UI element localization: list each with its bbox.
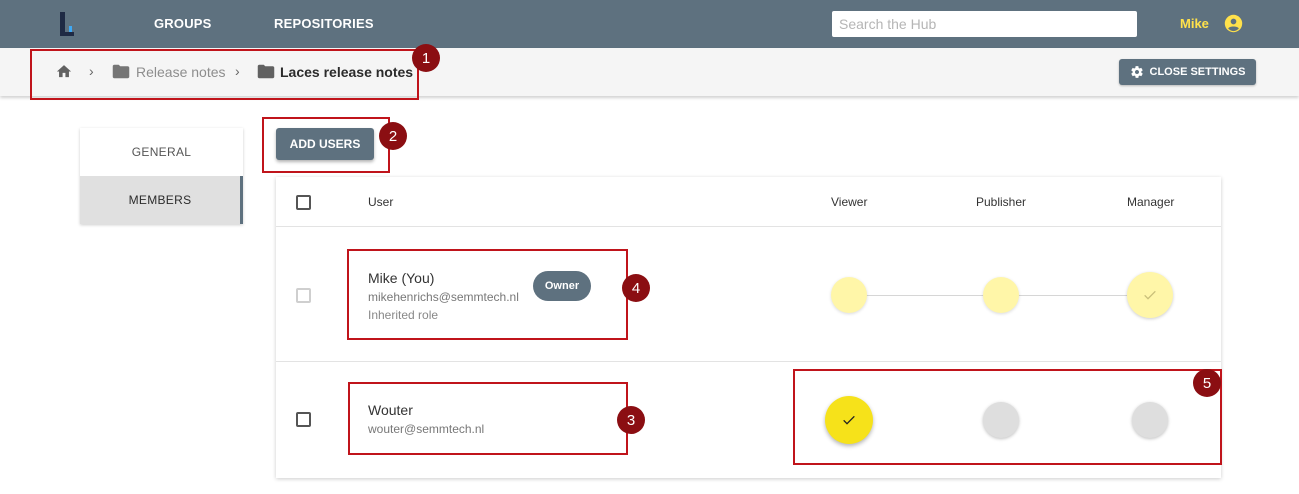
user-name[interactable]: Mike: [1180, 16, 1209, 31]
close-settings-button[interactable]: CLOSE SETTINGS: [1119, 59, 1256, 85]
close-settings-label: CLOSE SETTINGS: [1149, 66, 1246, 78]
annotation-box-3: [348, 382, 628, 455]
viewer-role-toggle: [831, 277, 867, 313]
tab-members[interactable]: MEMBERS: [80, 176, 243, 224]
row-checkbox: [296, 288, 311, 303]
column-header-viewer: Viewer: [831, 195, 868, 209]
table-header: User Viewer Publisher Manager: [276, 177, 1221, 227]
settings-tabs: GENERAL MEMBERS: [80, 128, 243, 224]
gear-icon: [1130, 66, 1143, 78]
annotation-box-2: [262, 117, 390, 173]
tab-general[interactable]: GENERAL: [80, 128, 243, 176]
annotation-box-1: [30, 49, 419, 100]
column-header-manager: Manager: [1127, 195, 1175, 209]
top-navbar: GROUPS REPOSITORIES Mike: [0, 0, 1299, 48]
annotation-box-5: [793, 369, 1222, 465]
column-header-publisher: Publisher: [976, 195, 1027, 209]
nav-repositories[interactable]: REPOSITORIES: [274, 16, 374, 31]
laces-logo[interactable]: [57, 12, 79, 36]
select-all-checkbox[interactable]: [296, 195, 311, 210]
column-header-user: User: [368, 195, 394, 209]
annotation-box-4: [347, 249, 628, 340]
publisher-role-toggle: [983, 277, 1019, 313]
account-circle-icon[interactable]: [1224, 14, 1243, 33]
annotation-marker-1: 1: [412, 44, 440, 72]
search-input[interactable]: [832, 11, 1137, 37]
annotation-marker-3: 3: [617, 406, 645, 434]
annotation-marker-2: 2: [379, 122, 407, 150]
check-icon: [1144, 290, 1156, 300]
annotation-marker-4: 4: [622, 274, 650, 302]
row-checkbox[interactable]: [296, 412, 311, 427]
annotation-marker-5: 5: [1193, 369, 1221, 397]
nav-groups[interactable]: GROUPS: [154, 16, 212, 31]
manager-role-toggle: [1127, 272, 1173, 318]
